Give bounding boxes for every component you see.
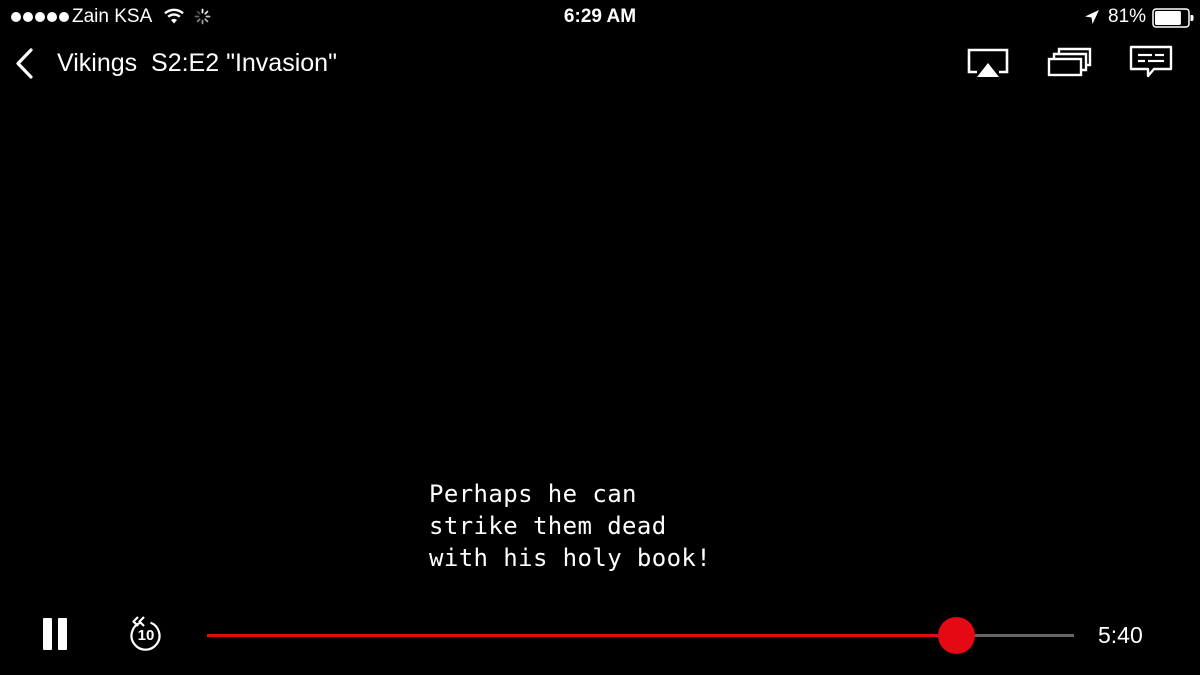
battery-icon: [1152, 8, 1194, 28]
episode-title: Vikings S2:E2 "Invasion": [57, 49, 337, 77]
subtitles-icon: [1129, 45, 1173, 78]
subtitles-button[interactable]: [1128, 44, 1174, 80]
episodes-button[interactable]: [1046, 46, 1092, 78]
status-bar: Zain KSA 6:29 AM 81%: [0, 0, 1200, 34]
pause-button[interactable]: [40, 616, 70, 652]
episodes-icon: [1047, 47, 1092, 77]
back-button[interactable]: [10, 44, 40, 84]
battery-percentage: 81%: [1108, 6, 1147, 27]
location-arrow-icon: [1085, 10, 1099, 24]
airplay-icon: [967, 48, 1009, 77]
status-clock: 6:29 AM: [563, 6, 637, 27]
rewind-seconds-label: 10: [137, 627, 155, 644]
time-remaining: 5:40: [1098, 622, 1143, 648]
rewind-10-button[interactable]: 10: [126, 614, 164, 654]
progress-scrubber-handle[interactable]: [938, 617, 976, 654]
progress-bar[interactable]: [207, 617, 1074, 654]
progress-fill: [207, 634, 957, 637]
back-chevron-icon: [16, 48, 33, 79]
subtitle-caption: Perhaps he can strike them dead with his…: [429, 480, 712, 572]
airplay-button[interactable]: [966, 46, 1010, 80]
